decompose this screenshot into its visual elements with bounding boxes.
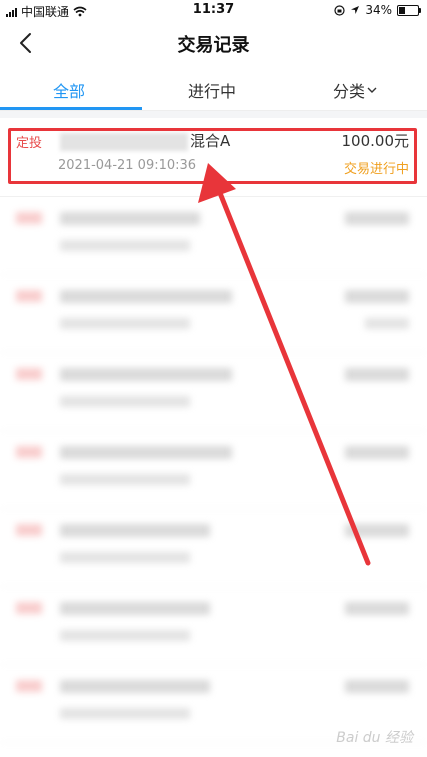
tab-category-label: 分类 <box>333 82 366 101</box>
tab-all[interactable]: 全部 <box>53 78 85 102</box>
record-type: 定投 <box>16 136 43 151</box>
redacted-mask <box>60 132 188 151</box>
active-tab-indicator <box>0 107 142 110</box>
chevron-down-icon <box>367 87 377 93</box>
list-item[interactable]: 定投 混合A 2021-04-21 09:10:36 100.00元 交易进行中 <box>0 118 427 197</box>
location-icon <box>351 6 360 14</box>
blurred-list-item[interactable] <box>0 274 427 353</box>
record-name-text: 混合A <box>190 132 231 150</box>
page-title: 交易记录 <box>177 35 250 56</box>
blurred-list-item[interactable] <box>0 196 427 275</box>
blurred-list-item[interactable] <box>0 586 427 665</box>
record-name: 混合A <box>60 130 230 151</box>
blurred-list-item[interactable] <box>0 352 427 431</box>
record-status: 交易进行中 <box>343 162 409 177</box>
record-list: 定投 混合A 2021-04-21 09:10:36 100.00元 交易进行中 <box>0 118 427 757</box>
battery-percent: 34% <box>365 3 392 17</box>
record-date: 2021-04-21 09:10:36 <box>58 158 197 173</box>
tab-in-progress[interactable]: 进行中 <box>188 78 236 102</box>
orientation-lock-icon <box>334 4 345 16</box>
record-amount: 100.00元 <box>341 132 410 150</box>
watermark: Bai du 经验 <box>336 730 413 746</box>
status-bar: 中国联通 11:37 34% <box>0 0 427 20</box>
tab-bar: 全部 进行中 分类 <box>0 66 427 111</box>
nav-bar: 交易记录 <box>0 20 427 66</box>
battery-icon <box>397 4 421 16</box>
tab-category[interactable]: 分类 <box>333 78 377 102</box>
blurred-list-item[interactable] <box>0 508 427 587</box>
blurred-list-item[interactable] <box>0 430 427 509</box>
